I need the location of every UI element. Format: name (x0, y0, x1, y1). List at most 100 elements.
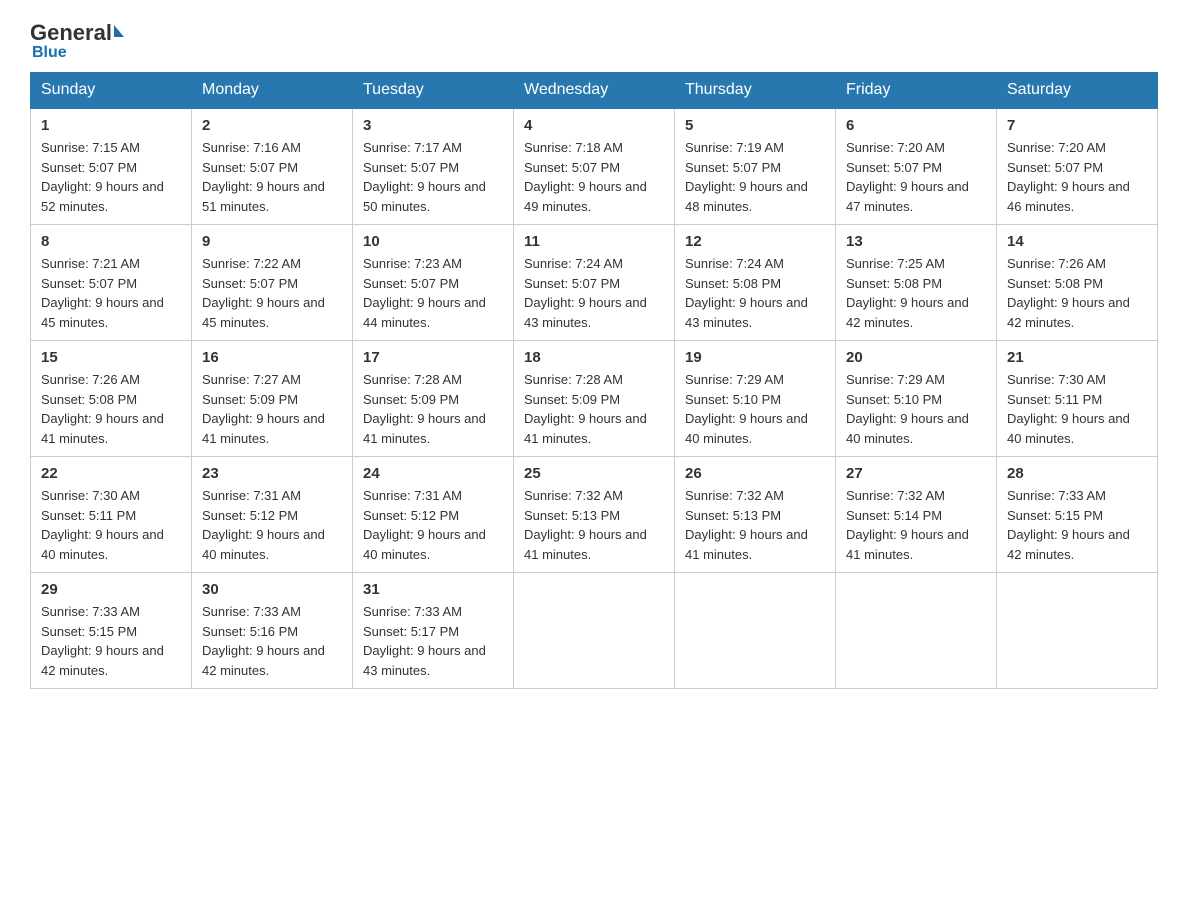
calendar-cell: 8 Sunrise: 7:21 AMSunset: 5:07 PMDayligh… (31, 225, 192, 341)
header-sunday: Sunday (31, 73, 192, 109)
week-row-2: 8 Sunrise: 7:21 AMSunset: 5:07 PMDayligh… (31, 225, 1158, 341)
calendar-cell: 30 Sunrise: 7:33 AMSunset: 5:16 PMDaylig… (192, 573, 353, 689)
day-number: 16 (202, 349, 342, 366)
calendar-cell: 24 Sunrise: 7:31 AMSunset: 5:12 PMDaylig… (353, 457, 514, 573)
day-number: 30 (202, 581, 342, 598)
calendar-cell: 31 Sunrise: 7:33 AMSunset: 5:17 PMDaylig… (353, 573, 514, 689)
day-number: 31 (363, 581, 503, 598)
week-row-4: 22 Sunrise: 7:30 AMSunset: 5:11 PMDaylig… (31, 457, 1158, 573)
calendar-cell: 22 Sunrise: 7:30 AMSunset: 5:11 PMDaylig… (31, 457, 192, 573)
day-info: Sunrise: 7:23 AMSunset: 5:07 PMDaylight:… (363, 254, 503, 332)
logo-triangle-icon (114, 25, 124, 37)
calendar-cell: 26 Sunrise: 7:32 AMSunset: 5:13 PMDaylig… (675, 457, 836, 573)
calendar-cell: 19 Sunrise: 7:29 AMSunset: 5:10 PMDaylig… (675, 341, 836, 457)
day-info: Sunrise: 7:29 AMSunset: 5:10 PMDaylight:… (846, 370, 986, 448)
calendar-cell: 13 Sunrise: 7:25 AMSunset: 5:08 PMDaylig… (836, 225, 997, 341)
calendar-cell: 18 Sunrise: 7:28 AMSunset: 5:09 PMDaylig… (514, 341, 675, 457)
day-info: Sunrise: 7:17 AMSunset: 5:07 PMDaylight:… (363, 138, 503, 216)
header-monday: Monday (192, 73, 353, 109)
header-thursday: Thursday (675, 73, 836, 109)
logo: General Blue (30, 20, 124, 62)
day-info: Sunrise: 7:33 AMSunset: 5:17 PMDaylight:… (363, 602, 503, 680)
day-number: 3 (363, 117, 503, 134)
logo-general-text: General (30, 20, 112, 46)
day-info: Sunrise: 7:24 AMSunset: 5:08 PMDaylight:… (685, 254, 825, 332)
calendar-cell: 1 Sunrise: 7:15 AMSunset: 5:07 PMDayligh… (31, 108, 192, 225)
day-number: 4 (524, 117, 664, 134)
day-info: Sunrise: 7:31 AMSunset: 5:12 PMDaylight:… (202, 486, 342, 564)
logo-blue-text: Blue (30, 44, 67, 62)
calendar-cell: 29 Sunrise: 7:33 AMSunset: 5:15 PMDaylig… (31, 573, 192, 689)
calendar-cell: 11 Sunrise: 7:24 AMSunset: 5:07 PMDaylig… (514, 225, 675, 341)
day-info: Sunrise: 7:20 AMSunset: 5:07 PMDaylight:… (1007, 138, 1147, 216)
day-number: 21 (1007, 349, 1147, 366)
calendar-cell: 23 Sunrise: 7:31 AMSunset: 5:12 PMDaylig… (192, 457, 353, 573)
calendar-cell: 14 Sunrise: 7:26 AMSunset: 5:08 PMDaylig… (997, 225, 1158, 341)
day-info: Sunrise: 7:20 AMSunset: 5:07 PMDaylight:… (846, 138, 986, 216)
day-number: 27 (846, 465, 986, 482)
calendar-cell: 12 Sunrise: 7:24 AMSunset: 5:08 PMDaylig… (675, 225, 836, 341)
page-header: General Blue (30, 20, 1158, 62)
day-number: 19 (685, 349, 825, 366)
calendar-cell: 7 Sunrise: 7:20 AMSunset: 5:07 PMDayligh… (997, 108, 1158, 225)
calendar-cell: 4 Sunrise: 7:18 AMSunset: 5:07 PMDayligh… (514, 108, 675, 225)
day-number: 29 (41, 581, 181, 598)
day-number: 7 (1007, 117, 1147, 134)
day-number: 9 (202, 233, 342, 250)
calendar-cell: 20 Sunrise: 7:29 AMSunset: 5:10 PMDaylig… (836, 341, 997, 457)
calendar-cell: 25 Sunrise: 7:32 AMSunset: 5:13 PMDaylig… (514, 457, 675, 573)
week-row-3: 15 Sunrise: 7:26 AMSunset: 5:08 PMDaylig… (31, 341, 1158, 457)
week-row-5: 29 Sunrise: 7:33 AMSunset: 5:15 PMDaylig… (31, 573, 1158, 689)
weekday-header-row: SundayMondayTuesdayWednesdayThursdayFrid… (31, 73, 1158, 109)
day-info: Sunrise: 7:19 AMSunset: 5:07 PMDaylight:… (685, 138, 825, 216)
day-number: 26 (685, 465, 825, 482)
day-number: 24 (363, 465, 503, 482)
day-info: Sunrise: 7:26 AMSunset: 5:08 PMDaylight:… (41, 370, 181, 448)
day-info: Sunrise: 7:28 AMSunset: 5:09 PMDaylight:… (524, 370, 664, 448)
day-info: Sunrise: 7:30 AMSunset: 5:11 PMDaylight:… (41, 486, 181, 564)
day-info: Sunrise: 7:33 AMSunset: 5:15 PMDaylight:… (41, 602, 181, 680)
day-number: 1 (41, 117, 181, 134)
day-number: 8 (41, 233, 181, 250)
calendar-cell: 2 Sunrise: 7:16 AMSunset: 5:07 PMDayligh… (192, 108, 353, 225)
day-info: Sunrise: 7:32 AMSunset: 5:14 PMDaylight:… (846, 486, 986, 564)
day-number: 25 (524, 465, 664, 482)
day-number: 17 (363, 349, 503, 366)
day-info: Sunrise: 7:29 AMSunset: 5:10 PMDaylight:… (685, 370, 825, 448)
day-number: 23 (202, 465, 342, 482)
day-info: Sunrise: 7:16 AMSunset: 5:07 PMDaylight:… (202, 138, 342, 216)
day-info: Sunrise: 7:18 AMSunset: 5:07 PMDaylight:… (524, 138, 664, 216)
day-info: Sunrise: 7:27 AMSunset: 5:09 PMDaylight:… (202, 370, 342, 448)
calendar-cell: 15 Sunrise: 7:26 AMSunset: 5:08 PMDaylig… (31, 341, 192, 457)
day-number: 2 (202, 117, 342, 134)
day-number: 6 (846, 117, 986, 134)
calendar-cell: 5 Sunrise: 7:19 AMSunset: 5:07 PMDayligh… (675, 108, 836, 225)
calendar-cell: 6 Sunrise: 7:20 AMSunset: 5:07 PMDayligh… (836, 108, 997, 225)
day-info: Sunrise: 7:15 AMSunset: 5:07 PMDaylight:… (41, 138, 181, 216)
calendar-cell: 27 Sunrise: 7:32 AMSunset: 5:14 PMDaylig… (836, 457, 997, 573)
calendar-cell: 17 Sunrise: 7:28 AMSunset: 5:09 PMDaylig… (353, 341, 514, 457)
calendar-cell: 28 Sunrise: 7:33 AMSunset: 5:15 PMDaylig… (997, 457, 1158, 573)
day-number: 28 (1007, 465, 1147, 482)
day-info: Sunrise: 7:33 AMSunset: 5:15 PMDaylight:… (1007, 486, 1147, 564)
day-info: Sunrise: 7:26 AMSunset: 5:08 PMDaylight:… (1007, 254, 1147, 332)
header-wednesday: Wednesday (514, 73, 675, 109)
calendar-cell: 21 Sunrise: 7:30 AMSunset: 5:11 PMDaylig… (997, 341, 1158, 457)
calendar-table: SundayMondayTuesdayWednesdayThursdayFrid… (30, 72, 1158, 689)
calendar-cell (997, 573, 1158, 689)
calendar-cell (675, 573, 836, 689)
day-number: 10 (363, 233, 503, 250)
day-info: Sunrise: 7:24 AMSunset: 5:07 PMDaylight:… (524, 254, 664, 332)
day-number: 22 (41, 465, 181, 482)
day-info: Sunrise: 7:33 AMSunset: 5:16 PMDaylight:… (202, 602, 342, 680)
day-number: 18 (524, 349, 664, 366)
header-saturday: Saturday (997, 73, 1158, 109)
day-info: Sunrise: 7:30 AMSunset: 5:11 PMDaylight:… (1007, 370, 1147, 448)
calendar-cell: 9 Sunrise: 7:22 AMSunset: 5:07 PMDayligh… (192, 225, 353, 341)
calendar-cell: 3 Sunrise: 7:17 AMSunset: 5:07 PMDayligh… (353, 108, 514, 225)
calendar-cell (836, 573, 997, 689)
day-number: 11 (524, 233, 664, 250)
day-number: 14 (1007, 233, 1147, 250)
day-number: 5 (685, 117, 825, 134)
header-tuesday: Tuesday (353, 73, 514, 109)
